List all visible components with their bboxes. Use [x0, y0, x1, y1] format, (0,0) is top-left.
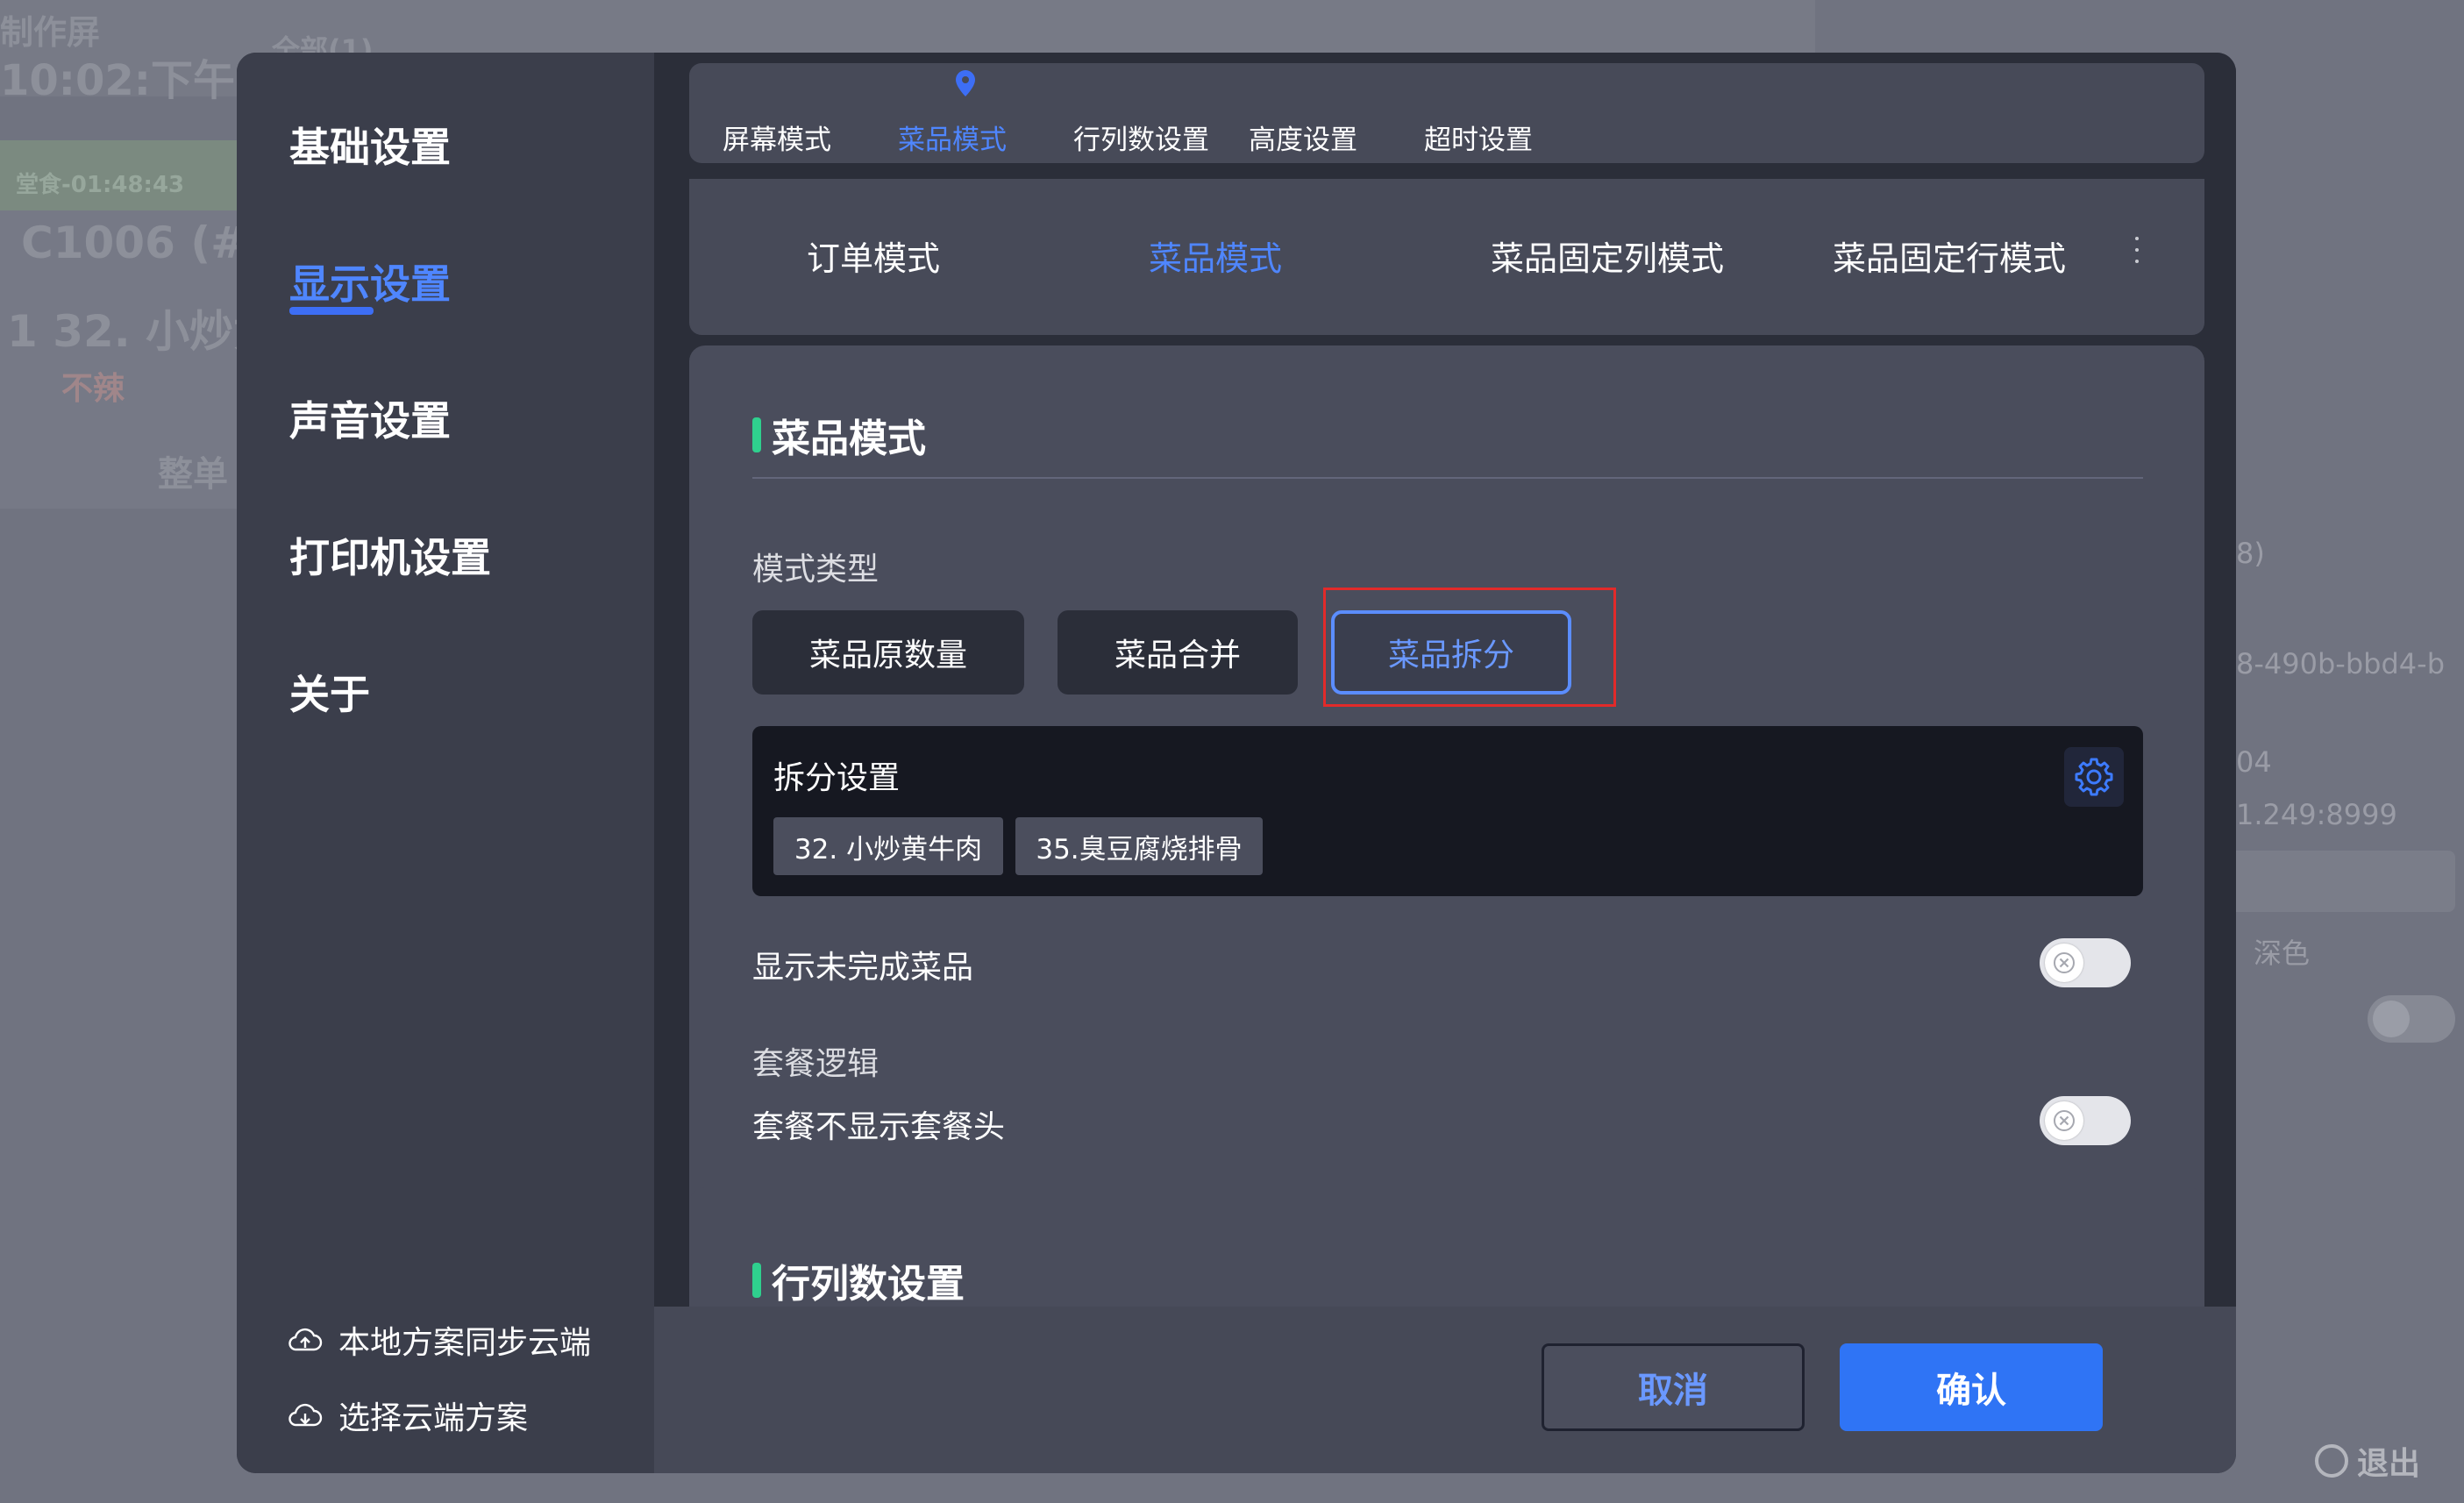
- confirm-button[interactable]: 确认: [1840, 1343, 2103, 1431]
- sidebar-item-display[interactable]: 显示设置: [289, 253, 451, 310]
- cloud-select-button[interactable]: 选择云端方案: [288, 1393, 528, 1438]
- sidebar-item-sound[interactable]: 声音设置: [289, 389, 451, 447]
- cloud-select-label: 选择云端方案: [338, 1400, 529, 1436]
- cloud-sync-label: 本地方案同步云端: [338, 1325, 592, 1361]
- type-original-quantity-button[interactable]: 菜品原数量: [752, 610, 1024, 695]
- bg-toggle: [2368, 995, 2455, 1043]
- logout-button: 退出: [2315, 1438, 2420, 1484]
- split-dish-chip[interactable]: 35.臭豆腐烧排骨: [1015, 817, 1263, 875]
- tab-screen-mode[interactable]: 屏幕模式: [723, 118, 831, 157]
- bg-right-frag-1: 8): [2236, 537, 2265, 570]
- hide-combo-head-toggle[interactable]: [2040, 1096, 2131, 1145]
- tab-dish-mode[interactable]: 菜品模式: [898, 118, 1007, 157]
- highlight-frame: [1323, 588, 1616, 707]
- section-marker: [752, 417, 761, 452]
- rows-cols-title-text: 行列数设置: [772, 1262, 965, 1307]
- settings-modal: 基础设置 显示设置 声音设置 打印机设置 关于 本地方案同步云端 选择云端方案: [237, 53, 2236, 1473]
- tab-height[interactable]: 高度设置: [1249, 118, 1357, 157]
- cloud-download-icon: [288, 1403, 323, 1427]
- location-pin-icon: [956, 70, 975, 96]
- tab-timeout[interactable]: 超时设置: [1424, 118, 1533, 157]
- sidebar-item-printer[interactable]: 打印机设置: [289, 526, 491, 584]
- sidebar-item-basic[interactable]: 基础设置: [289, 116, 451, 174]
- show-unfinished-toggle[interactable]: [2040, 938, 2131, 987]
- gear-icon: [2075, 758, 2113, 796]
- bg-whole-order: 整单: [158, 454, 228, 495]
- split-settings-box: 拆分设置 32. 小炒黄牛肉 35.臭豆腐烧排骨: [752, 726, 2143, 896]
- bg-right-frag-3: 04: [2236, 745, 2272, 779]
- bg-right-frag-4: 1.249:8999: [2236, 798, 2397, 831]
- settings-content: 屏幕模式 菜品模式 行列数设置 高度设置 超时设置 订单模式 菜品模式 菜品固定…: [654, 53, 2236, 1363]
- tab-rows-cols[interactable]: 行列数设置: [1073, 118, 1209, 157]
- display-mode-panel: 订单模式 菜品模式 菜品固定列模式 菜品固定行模式: [689, 179, 2204, 335]
- dish-mode-card: 菜品模式 模式类型 菜品原数量 菜品合并 菜品拆分 拆分设置 32. 小炒黄牛肉…: [689, 345, 2204, 1229]
- show-unfinished-label: 显示未完成菜品: [752, 950, 974, 986]
- type-merge-button[interactable]: 菜品合并: [1058, 610, 1298, 695]
- mode-order[interactable]: 订单模式: [807, 232, 940, 280]
- sidebar-item-about[interactable]: 关于: [289, 663, 370, 721]
- section-divider: [752, 477, 2143, 479]
- toggle-knob: [2045, 1101, 2083, 1140]
- hide-combo-head-label: 套餐不显示套餐头: [752, 1109, 1006, 1145]
- cancel-button[interactable]: 取消: [1542, 1343, 1805, 1431]
- logout-label: 退出: [2357, 1446, 2421, 1482]
- dish-mode-title: 菜品模式: [752, 407, 926, 463]
- sidebar-active-indicator: [289, 307, 374, 315]
- toggle-knob: [2045, 944, 2083, 982]
- bg-theme: 深色: [2254, 937, 2311, 970]
- section-marker: [752, 1263, 761, 1298]
- more-icon[interactable]: [2134, 237, 2140, 268]
- split-settings-button[interactable]: [2064, 747, 2124, 807]
- mode-dish-fixed-row[interactable]: 菜品固定行模式: [1833, 232, 2066, 280]
- dish-mode-title-text: 菜品模式: [772, 417, 926, 461]
- settings-sidebar: 基础设置 显示设置 声音设置 打印机设置 关于 本地方案同步云端 选择云端方案: [237, 53, 654, 1473]
- mode-dish-fixed-column[interactable]: 菜品固定列模式: [1491, 232, 1724, 280]
- modal-footer: 取消 确认: [654, 1307, 2236, 1473]
- bg-select: [2227, 851, 2455, 912]
- close-icon: [2054, 1110, 2075, 1131]
- cloud-sync-button[interactable]: 本地方案同步云端: [288, 1317, 591, 1363]
- split-dish-chip[interactable]: 32. 小炒黄牛肉: [773, 817, 1003, 875]
- rows-cols-title: 行列数设置: [752, 1252, 965, 1308]
- bg-time: 10:02:下午: [0, 56, 235, 105]
- close-icon: [2054, 952, 2075, 973]
- power-icon: [2315, 1444, 2348, 1478]
- split-settings-title: 拆分设置: [773, 760, 901, 796]
- display-tabs: 屏幕模式 菜品模式 行列数设置 高度设置 超时设置: [689, 63, 2204, 163]
- mode-dish[interactable]: 菜品模式: [1149, 232, 1282, 280]
- combo-logic-label: 套餐逻辑: [752, 1046, 879, 1082]
- mode-type-label: 模式类型: [752, 552, 879, 588]
- bg-right-frag-2: 8-490b-bbd4-b: [2236, 647, 2445, 680]
- cloud-upload-icon: [288, 1328, 323, 1351]
- bg-dish-note: 不辣: [61, 371, 125, 407]
- bg-order-timer: 堂食-01:48:43: [16, 172, 185, 198]
